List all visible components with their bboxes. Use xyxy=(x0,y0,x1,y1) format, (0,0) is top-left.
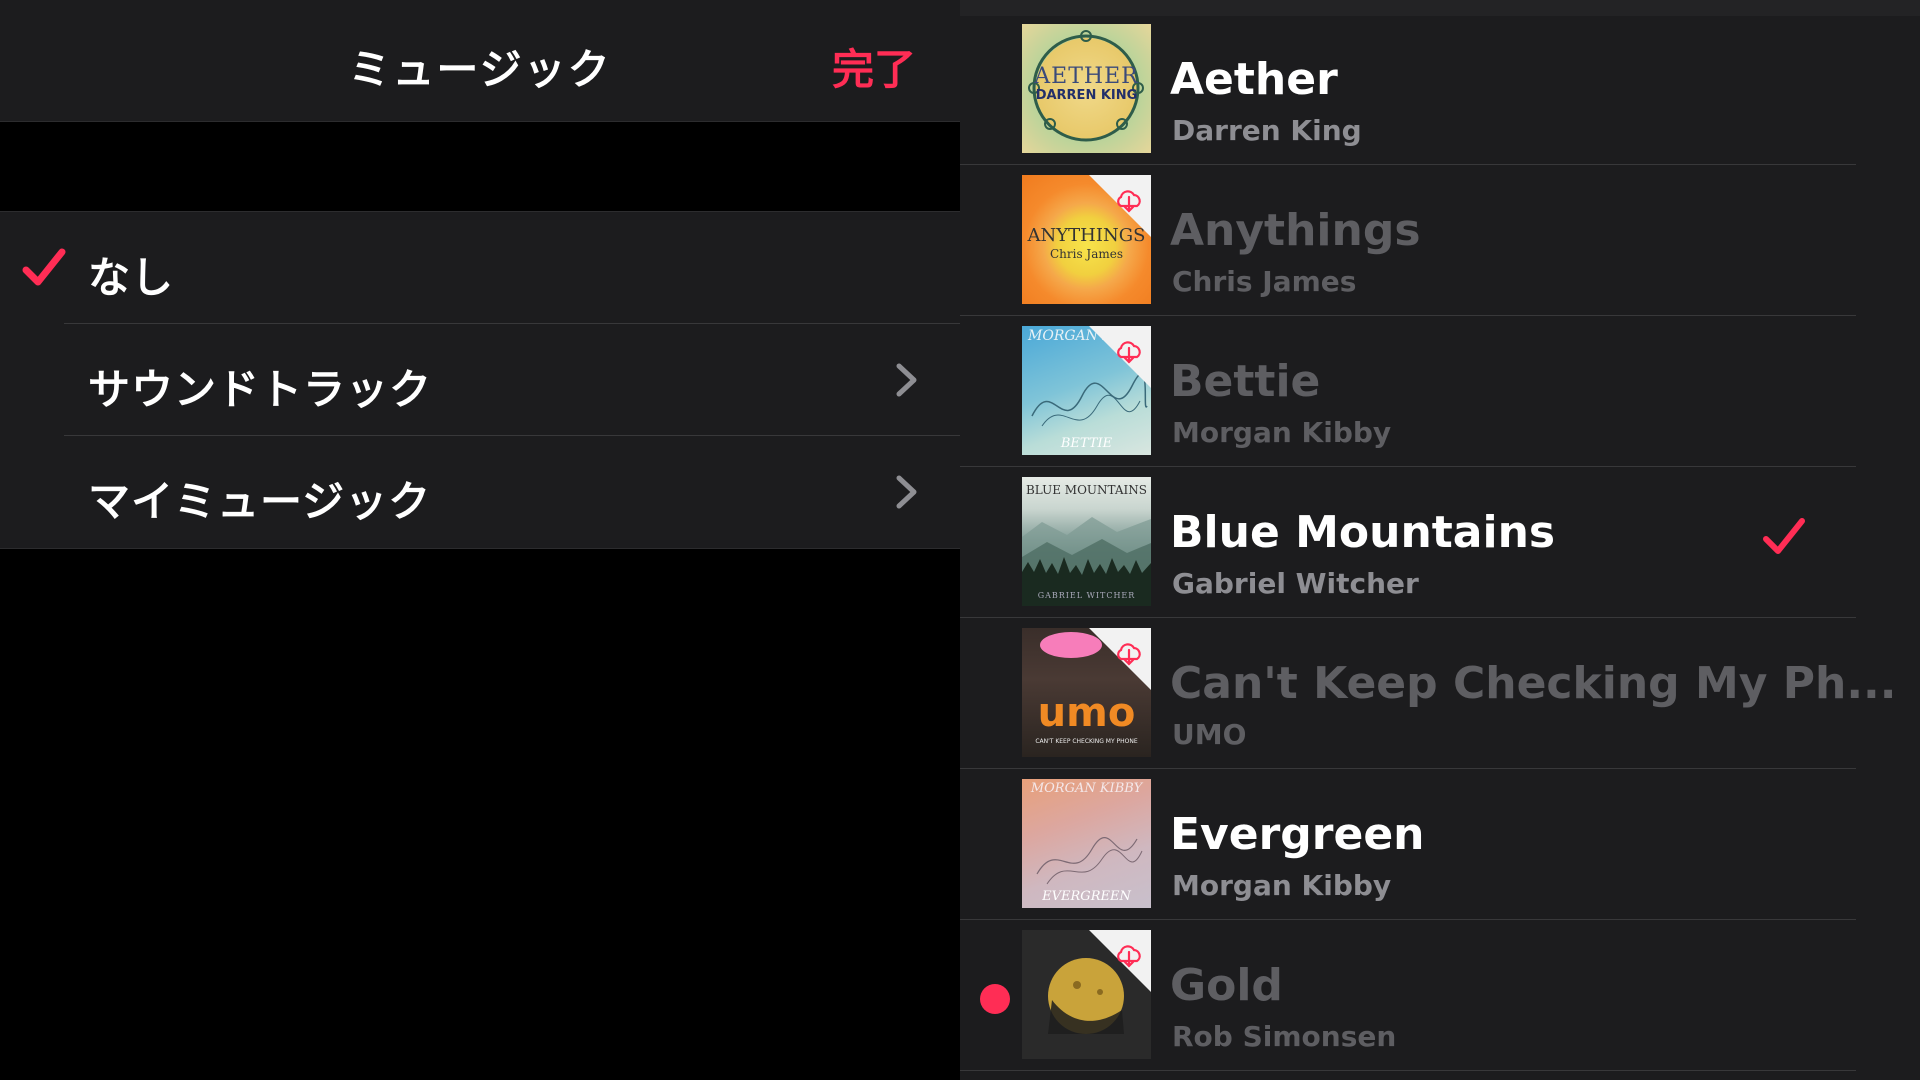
navigation-bar: ミュージック 完了 xyxy=(0,0,960,122)
cloud-download-icon xyxy=(1089,175,1151,237)
album-art: MORGAN K BETTIE xyxy=(1022,326,1151,455)
album-art-artist: GABRIEL WITCHER xyxy=(1037,591,1136,600)
checkmark-icon xyxy=(22,248,66,286)
song-artist: Morgan Kibby xyxy=(1172,869,1392,902)
menu-item-none[interactable]: なし xyxy=(0,212,960,324)
music-source-list: なし サウンドトラック マイミュージック xyxy=(0,211,960,549)
song-title: Gold xyxy=(1170,960,1283,1011)
soundtrack-list-panel: AETHER DARREN KING Aether Darren King AN… xyxy=(960,0,1920,1080)
song-artist: Rob Simonsen xyxy=(1172,1020,1397,1053)
menu-item-label: マイミュージック xyxy=(88,477,432,526)
music-picker-panel: ミュージック 完了 なし サウンドトラック マイミュージック xyxy=(0,0,960,1080)
album-art-subtitle: CAN'T KEEP CHECKING MY PHONE xyxy=(1035,738,1138,745)
cloud-download-icon xyxy=(1089,326,1151,388)
menu-item-my-music[interactable]: マイミュージック xyxy=(0,436,960,548)
song-title: Bettie xyxy=(1170,356,1321,407)
album-art-title: BLUE MOUNTAINS xyxy=(1025,483,1148,497)
song-title: Blue Mountains xyxy=(1170,507,1556,558)
album-art: MORGAN KIBBY EVERGREEN xyxy=(1022,779,1151,908)
album-art xyxy=(1022,930,1151,1059)
menu-item-label: なし xyxy=(88,253,175,302)
song-artist: Chris James xyxy=(1172,265,1357,298)
album-art-title: EVERGREEN xyxy=(1042,889,1131,904)
album-art-title: BETTIE xyxy=(1060,436,1113,451)
song-artist: Morgan Kibby xyxy=(1172,416,1392,449)
album-art-title: umo xyxy=(1037,690,1136,736)
done-button[interactable]: 完了 xyxy=(832,36,916,97)
screen: ミュージック 完了 なし サウンドトラック マイミュージック AETHER DA… xyxy=(0,0,1920,1080)
song-title: Can't Keep Checking My Ph... xyxy=(1170,658,1897,709)
album-art: umo CAN'T KEEP CHECKING MY PHONE xyxy=(1022,628,1151,757)
album-art-artist: MORGAN KIBBY xyxy=(1030,781,1143,796)
song-row-anythings[interactable]: ANYTHINGS Chris James Anythings Chris Ja… xyxy=(960,165,1856,316)
menu-item-soundtrack[interactable]: サウンドトラック xyxy=(0,324,960,436)
song-artist: Darren King xyxy=(1172,114,1362,147)
song-title: Aether xyxy=(1170,54,1338,105)
album-art: BLUE MOUNTAINS GABRIEL WITCHER xyxy=(1022,477,1151,606)
chevron-right-icon xyxy=(896,475,917,509)
album-art-artist: DARREN KING xyxy=(1035,88,1138,103)
record-dot-icon xyxy=(980,984,1010,1014)
song-row-blue-mountains[interactable]: BLUE MOUNTAINS GABRIEL WITCHER Blue Moun… xyxy=(960,467,1856,618)
song-title: Anythings xyxy=(1170,205,1421,256)
song-title: Evergreen xyxy=(1170,809,1425,860)
chevron-right-icon xyxy=(896,363,917,397)
album-art: AETHER DARREN KING xyxy=(1022,24,1151,153)
song-artist: Gabriel Witcher xyxy=(1172,567,1419,600)
song-row-evergreen[interactable]: MORGAN KIBBY EVERGREEN Evergreen Morgan … xyxy=(960,769,1856,920)
album-art: ANYTHINGS Chris James xyxy=(1022,175,1151,304)
album-art-title: AETHER xyxy=(1034,64,1139,89)
song-row-aether[interactable]: AETHER DARREN KING Aether Darren King xyxy=(960,14,1856,165)
cloud-download-icon xyxy=(1089,628,1151,690)
menu-item-label: サウンドトラック xyxy=(88,365,433,414)
song-row-gold[interactable]: Gold Rob Simonsen xyxy=(960,920,1856,1071)
checkmark-icon xyxy=(1763,518,1805,554)
song-row-bettie[interactable]: MORGAN K BETTIE Bettie Morgan Kibby xyxy=(960,316,1856,467)
page-title: ミュージック xyxy=(348,45,612,94)
cloud-download-icon xyxy=(1089,930,1151,992)
song-row-cant-keep-checking[interactable]: umo CAN'T KEEP CHECKING MY PHONE Can't K… xyxy=(960,618,1896,769)
album-art-artist: Chris James xyxy=(1049,247,1124,261)
song-artist: UMO xyxy=(1172,718,1247,751)
